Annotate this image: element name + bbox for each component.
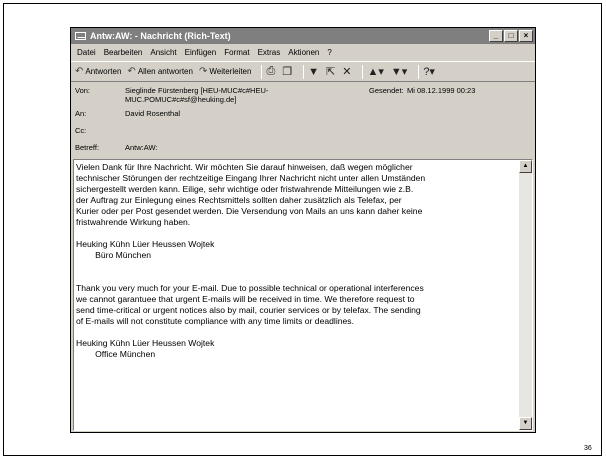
to-row: An: David Rosenthal (75, 109, 375, 118)
window-controls: _ □ × (489, 30, 533, 42)
reply-all-label: Allen antworten (137, 67, 193, 76)
message-body-text[interactable]: Vielen Dank für Ihre Nachricht. Wir möch… (76, 162, 519, 360)
to-label: An: (75, 109, 87, 118)
toolbar-separator (362, 64, 364, 79)
sent-label: Gesendet: (369, 86, 404, 95)
reply-icon: ↶ (75, 66, 84, 77)
message-header: Von: Sieglinde Fürstenberg [HEU-MUC#c#HE… (71, 84, 535, 158)
menu-aktionen[interactable]: Aktionen (288, 45, 319, 60)
minimize-button[interactable]: _ (489, 30, 503, 42)
cc-value[interactable] (125, 126, 375, 135)
menu-ansicht[interactable]: Ansicht (150, 45, 176, 60)
print-icon[interactable]: ⎙ (266, 65, 275, 78)
menu-format[interactable]: Format (224, 45, 249, 60)
subject-row: Betreff: Antw:AW: (75, 143, 375, 152)
menu-einfuegen[interactable]: Einfügen (185, 45, 217, 60)
scroll-up-button[interactable]: ▲ (519, 160, 532, 173)
page-number: 36 (584, 445, 592, 452)
from-value[interactable]: Sieglinde Fürstenberg [HEU-MUC#c#HEU-MUC… (125, 86, 295, 104)
copy-icon[interactable]: ❐ (282, 65, 292, 78)
help-icon[interactable]: ?▾ (423, 65, 435, 78)
toolbar-separator (303, 64, 305, 79)
envelope-icon (75, 32, 86, 40)
from-row: Von: Sieglinde Fürstenberg [HEU-MUC#c#HE… (75, 86, 295, 104)
subject-label: Betreff: (75, 143, 100, 152)
previous-item-icon[interactable]: ▲▾ (367, 65, 383, 78)
message-body[interactable]: Vielen Dank für Ihre Nachricht. Wir möch… (73, 159, 533, 431)
delete-icon[interactable]: ✕ (342, 65, 351, 78)
cc-row: Cc: (75, 126, 375, 135)
from-label: Von: (75, 86, 91, 95)
window-title: Antw:AW: - Nachricht (Rich-Text) (90, 31, 231, 41)
toolbar-separator (261, 64, 263, 79)
reply-button[interactable]: ↶ Antworten (75, 66, 121, 77)
forward-button[interactable]: ↷ Weiterleiten (199, 66, 251, 77)
message-window: Antw:AW: - Nachricht (Rich-Text) _ □ × D… (70, 27, 536, 433)
scroll-down-button[interactable]: ▼ (519, 417, 532, 430)
close-button[interactable]: × (519, 30, 533, 42)
menu-extras[interactable]: Extras (258, 45, 281, 60)
toolbar-separator (418, 64, 420, 79)
flag-icon[interactable]: ▼ (308, 66, 319, 78)
reply-label: Antworten (85, 67, 122, 76)
cc-label: Cc: (75, 126, 87, 135)
toolbar: ↶ Antworten ↶ Allen antworten ↷ Weiterle… (71, 61, 535, 82)
vertical-scrollbar[interactable]: ▲ ▼ (519, 160, 532, 430)
title-bar[interactable]: Antw:AW: - Nachricht (Rich-Text) _ □ × (71, 28, 535, 44)
subject-value[interactable]: Antw:AW: (125, 143, 375, 152)
maximize-button[interactable]: □ (504, 30, 518, 42)
to-value[interactable]: David Rosenthal (125, 109, 375, 118)
menu-datei[interactable]: Datei (77, 45, 96, 60)
next-item-icon[interactable]: ▼▾ (391, 65, 407, 78)
sent-value: Mi 08.12.1999 00:23 (407, 86, 476, 95)
forward-icon: ↷ (198, 66, 208, 77)
menu-help[interactable]: ? (327, 45, 331, 60)
forward-label: Weiterleiten (209, 67, 252, 76)
menu-bearbeiten[interactable]: Bearbeiten (104, 45, 143, 60)
slide: Antw:AW: - Nachricht (Rich-Text) _ □ × D… (0, 0, 606, 459)
menu-bar: Datei Bearbeiten Ansicht Einfügen Format… (71, 45, 535, 60)
move-folder-icon[interactable]: ⇱ (326, 65, 335, 78)
reply-all-icon: ↶ (127, 66, 136, 77)
reply-all-button[interactable]: ↶ Allen antworten (127, 66, 193, 77)
